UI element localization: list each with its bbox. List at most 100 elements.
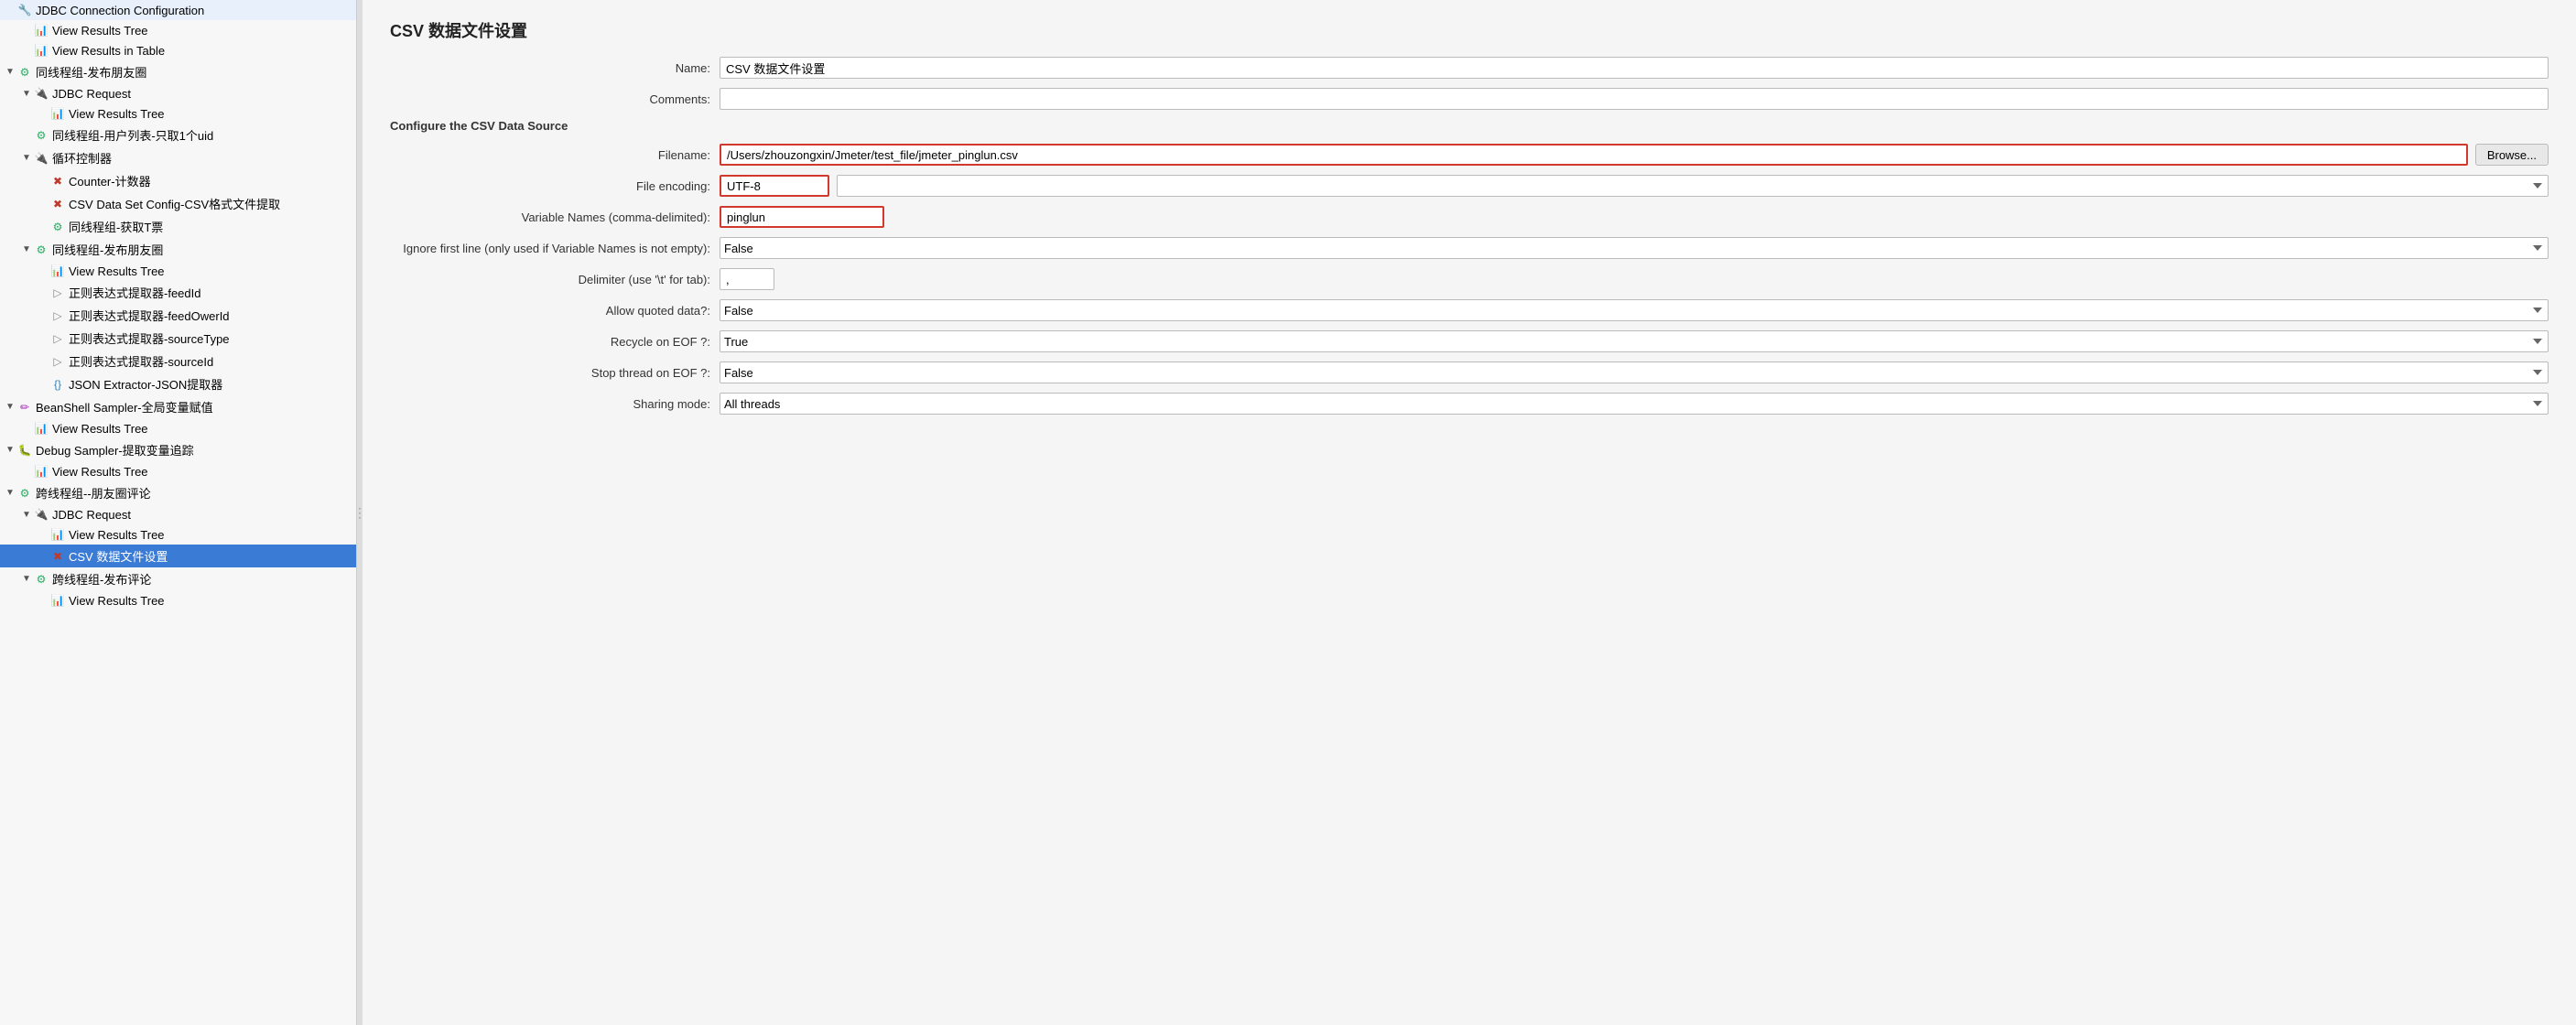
beanshell-icon: ✏ xyxy=(16,400,33,415)
tree-item-thread-group-publish[interactable]: ▼ ⚙ 同线程组-发布朋友圈 xyxy=(0,60,356,83)
tree-item-view-results-tree-2[interactable]: 📊 View Results Tree xyxy=(0,103,356,124)
threadgroup-icon: ⚙ xyxy=(49,220,66,234)
tree-item-extractor-feedowerid[interactable]: ▷ 正则表达式提取器-feedOwerId xyxy=(0,304,356,327)
tree-item-label: 同线程组-获取T票 xyxy=(69,218,163,235)
tree-toggle[interactable]: ▼ xyxy=(20,243,33,256)
tree-item-label: BeanShell Sampler-全局变量赋值 xyxy=(36,398,213,415)
recycle-eof-select[interactable]: True False xyxy=(720,330,2549,352)
wrench-icon: 🔧 xyxy=(16,3,33,17)
tree-toggle xyxy=(37,550,49,563)
filename-value: Browse... xyxy=(720,144,2549,166)
tree-toggle xyxy=(37,309,49,322)
tree-toggle xyxy=(37,528,49,541)
browse-button[interactable]: Browse... xyxy=(2475,144,2549,166)
tree-toggle xyxy=(20,465,33,478)
recycle-eof-row: Recycle on EOF ?: True False xyxy=(390,330,2549,352)
tree-item-thread-group-friend-comment[interactable]: ▼ ⚙ 跨线程组--朋友圈评论 xyxy=(0,481,356,504)
results-tree-icon: 📊 xyxy=(49,106,66,121)
sharing-mode-value: All threads Current thread group Current… xyxy=(720,393,2549,415)
tree-item-jdbc-request-2[interactable]: ▼ 🔌 JDBC Request xyxy=(0,504,356,524)
file-encoding-select[interactable] xyxy=(837,175,2549,197)
allow-quoted-row: Allow quoted data?: False True xyxy=(390,299,2549,321)
tree-item-label: View Results Tree xyxy=(69,528,165,542)
tree-item-view-results-tree-4[interactable]: 📊 View Results Tree xyxy=(0,418,356,438)
tree-item-csv-data-set-config[interactable]: ✖ CSV Data Set Config-CSV格式文件提取 xyxy=(0,192,356,215)
tree-item-beanshell-sampler[interactable]: ▼ ✏ BeanShell Sampler-全局变量赋值 xyxy=(0,395,356,418)
comments-row: Comments: xyxy=(390,88,2549,110)
stop-thread-eof-value: False True xyxy=(720,361,2549,383)
configure-section-title: Configure the CSV Data Source xyxy=(390,119,2549,133)
tree-toggle xyxy=(37,594,49,607)
tree-toggle xyxy=(20,44,33,57)
recycle-eof-value: True False xyxy=(720,330,2549,352)
tree-toggle[interactable]: ▼ xyxy=(20,152,33,165)
delimiter-input[interactable] xyxy=(720,268,774,290)
tree-item-json-extractor[interactable]: {} JSON Extractor-JSON提取器 xyxy=(0,372,356,395)
tree-panel: 🔧 JDBC Connection Configuration 📊 View R… xyxy=(0,0,357,1025)
tree-item-thread-group-uid[interactable]: ⚙ 同线程组-用户列表-只取1个uid xyxy=(0,124,356,146)
results-tree-icon: 📊 xyxy=(33,23,49,38)
tree-item-thread-group-publish2[interactable]: ▼ ⚙ 同线程组-发布朋友圈 xyxy=(0,238,356,261)
name-value xyxy=(720,57,2549,79)
tree-item-view-results-tree-3[interactable]: 📊 View Results Tree xyxy=(0,261,356,281)
tree-item-view-results-in-table[interactable]: 📊 View Results in Table xyxy=(0,40,356,60)
extractor-icon: ▷ xyxy=(49,331,66,346)
jdbc-icon: 🔌 xyxy=(33,151,49,166)
tree-item-view-results-tree-1[interactable]: 📊 View Results Tree xyxy=(0,20,356,40)
tree-toggle[interactable]: ▼ xyxy=(4,66,16,79)
ignore-first-line-select[interactable]: False True xyxy=(720,237,2549,259)
tree-item-thread-group-publish-comment[interactable]: ▼ ⚙ 跨线程组-发布评论 xyxy=(0,567,356,590)
sharing-mode-row: Sharing mode: All threads Current thread… xyxy=(390,393,2549,415)
stop-thread-eof-select[interactable]: False True xyxy=(720,361,2549,383)
tree-item-extractor-sourcetype[interactable]: ▷ 正则表达式提取器-sourceType xyxy=(0,327,356,350)
tree-item-counter[interactable]: ✖ Counter-计数器 xyxy=(0,169,356,192)
threadgroup-icon: ⚙ xyxy=(33,128,49,143)
tree-item-label: 正则表达式提取器-feedOwerId xyxy=(69,307,230,324)
tree-item-label: JSON Extractor-JSON提取器 xyxy=(69,375,222,393)
variable-names-row: Variable Names (comma-delimited): xyxy=(390,206,2549,228)
file-encoding-input[interactable] xyxy=(720,175,829,197)
tree-item-view-results-tree-7[interactable]: 📊 View Results Tree xyxy=(0,590,356,610)
sharing-mode-label: Sharing mode: xyxy=(390,397,720,411)
tree-item-view-results-tree-5[interactable]: 📊 View Results Tree xyxy=(0,461,356,481)
delimiter-label: Delimiter (use '\t' for tab): xyxy=(390,273,720,286)
tree-item-jdbc-request-1[interactable]: ▼ 🔌 JDBC Request xyxy=(0,83,356,103)
tree-item-jdbc-config[interactable]: 🔧 JDBC Connection Configuration xyxy=(0,0,356,20)
tree-item-label: 同线程组-用户列表-只取1个uid xyxy=(52,126,213,144)
tree-toggle[interactable]: ▼ xyxy=(4,444,16,457)
counter-icon: ✖ xyxy=(49,174,66,189)
comments-label: Comments: xyxy=(390,92,720,106)
tree-item-csv-data-set-selected[interactable]: ✖ CSV 数据文件设置 xyxy=(0,545,356,567)
tree-item-label: 跨线程组--朋友圈评论 xyxy=(36,484,151,502)
allow-quoted-select[interactable]: False True xyxy=(720,299,2549,321)
tree-item-label: View Results Tree xyxy=(69,594,165,608)
tree-item-extractor-feedid[interactable]: ▷ 正则表达式提取器-feedId xyxy=(0,281,356,304)
tree-toggle xyxy=(37,107,49,120)
comments-input[interactable] xyxy=(720,88,2549,110)
tree-toggle[interactable]: ▼ xyxy=(20,87,33,100)
ignore-first-line-label: Ignore first line (only used if Variable… xyxy=(390,242,720,255)
tree-toggle[interactable]: ▼ xyxy=(20,573,33,586)
tree-item-label: View Results Tree xyxy=(69,107,165,121)
jdbc-icon: 🔌 xyxy=(33,507,49,522)
stop-thread-eof-row: Stop thread on EOF ?: False True xyxy=(390,361,2549,383)
tree-toggle[interactable]: ▼ xyxy=(4,401,16,414)
tree-toggle[interactable]: ▼ xyxy=(20,508,33,521)
tree-item-view-results-tree-6[interactable]: 📊 View Results Tree xyxy=(0,524,356,545)
name-row: Name: xyxy=(390,57,2549,79)
tree-item-extractor-sourceid[interactable]: ▷ 正则表达式提取器-sourceId xyxy=(0,350,356,372)
tree-toggle[interactable]: ▼ xyxy=(4,487,16,500)
json-extractor-icon: {} xyxy=(49,377,66,392)
variable-names-input[interactable] xyxy=(720,206,884,228)
tree-item-label: JDBC Request xyxy=(52,87,131,101)
tree-toggle xyxy=(20,24,33,37)
filename-input[interactable] xyxy=(720,144,2468,166)
tree-item-label: 循环控制器 xyxy=(52,149,112,167)
tree-item-loop-controller[interactable]: ▼ 🔌 循环控制器 xyxy=(0,146,356,169)
tree-item-label: Debug Sampler-提取变量追踪 xyxy=(36,441,194,459)
tree-item-debug-sampler[interactable]: ▼ 🐛 Debug Sampler-提取变量追踪 xyxy=(0,438,356,461)
name-input[interactable] xyxy=(720,57,2549,79)
tree-item-thread-group-get-ticket[interactable]: ⚙ 同线程组-获取T票 xyxy=(0,215,356,238)
tree-item-label: JDBC Request xyxy=(52,508,131,522)
sharing-mode-select[interactable]: All threads Current thread group Current… xyxy=(720,393,2549,415)
